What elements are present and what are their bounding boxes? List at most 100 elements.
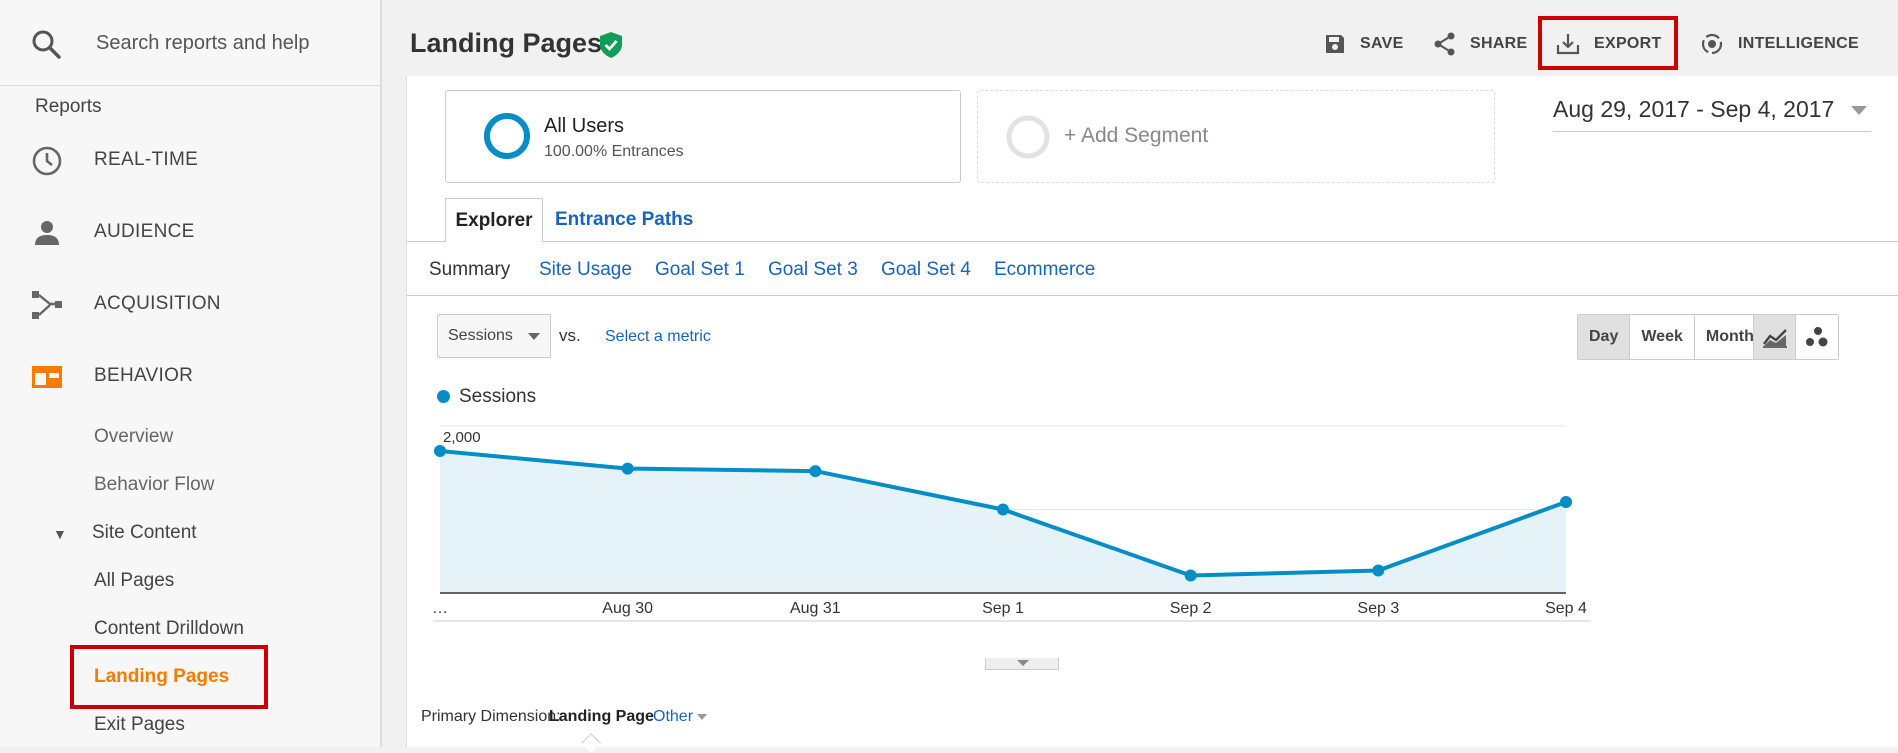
sidebar: Reports REAL-TIME AUDIENCE ACQUISITION bbox=[0, 0, 382, 747]
nav-item-label: BEHAVIOR bbox=[94, 365, 194, 386]
period-week-button[interactable]: Week bbox=[1630, 315, 1695, 359]
chart-type-toggle bbox=[1753, 314, 1839, 360]
download-icon bbox=[1556, 34, 1580, 55]
data-point[interactable] bbox=[1184, 569, 1197, 582]
x-tick-label: Sep 4 bbox=[1545, 600, 1587, 617]
data-point[interactable] bbox=[1560, 495, 1572, 508]
person-icon bbox=[35, 221, 59, 245]
chevron-down-icon bbox=[697, 713, 708, 720]
period-day-button[interactable]: Day bbox=[1578, 315, 1631, 359]
share-label: SHARE bbox=[1470, 35, 1528, 52]
fork-icon bbox=[32, 291, 62, 319]
page-title: Landing Pages bbox=[410, 28, 603, 58]
vs-label: vs. bbox=[559, 326, 581, 345]
chart-collapse-handle[interactable] bbox=[985, 658, 1059, 670]
x-tick-label: Sep 2 bbox=[1170, 600, 1212, 617]
other-label: Other bbox=[653, 708, 694, 725]
add-segment-label: + Add Segment bbox=[1064, 124, 1209, 147]
data-point[interactable] bbox=[997, 503, 1009, 516]
share-button[interactable]: SHARE bbox=[1434, 26, 1528, 62]
line-chart-button[interactable] bbox=[1754, 315, 1797, 359]
legend-dot bbox=[437, 390, 450, 403]
nav-sub-exit-pages[interactable]: Exit Pages bbox=[94, 714, 185, 736]
x-tick-label: … bbox=[432, 600, 448, 617]
data-point[interactable] bbox=[809, 465, 822, 478]
intelligence-label: INTELLIGENCE bbox=[1738, 35, 1859, 52]
nav-item-behavior[interactable]: BEHAVIOR bbox=[0, 348, 380, 404]
nav-item-label: AUDIENCE bbox=[94, 221, 195, 242]
nav-sub-content-drilldown[interactable]: Content Drilldown bbox=[94, 618, 244, 640]
line-chart-icon bbox=[1762, 329, 1787, 348]
select-metric-link[interactable]: Select a metric bbox=[605, 328, 711, 346]
intelligence-icon bbox=[1701, 33, 1723, 55]
divider bbox=[407, 295, 1898, 296]
nav-item-label: ACQUISITION bbox=[94, 293, 221, 314]
date-range-label: Aug 29, 2017 - Sep 4, 2017 bbox=[1553, 96, 1835, 122]
save-button[interactable]: SAVE bbox=[1324, 26, 1404, 62]
y-tick-label: 2,000 bbox=[443, 429, 481, 446]
search-icon[interactable] bbox=[30, 28, 62, 60]
primary-dimension-other[interactable]: Other bbox=[653, 708, 708, 726]
motion-chart-button[interactable] bbox=[1796, 315, 1838, 359]
segment-card-all-users[interactable]: All Users 100.00% Entrances bbox=[445, 90, 961, 183]
x-tick-label: Sep 3 bbox=[1357, 600, 1399, 617]
sessions-chart: 2,0001,000…Aug 30Aug 31Sep 1Sep 2Sep 3Se… bbox=[432, 425, 1591, 622]
clock-icon bbox=[32, 146, 62, 176]
reports-heading: Reports bbox=[35, 96, 102, 117]
segment-name: All Users bbox=[544, 115, 625, 137]
divider bbox=[407, 241, 1898, 242]
metric-select[interactable]: Sessions bbox=[437, 314, 551, 358]
nav-item-acquisition[interactable]: ACQUISITION bbox=[0, 276, 380, 332]
nav-item-audience[interactable]: AUDIENCE bbox=[0, 204, 380, 260]
nav-item-real-time[interactable]: REAL-TIME bbox=[0, 132, 380, 188]
intelligence-button[interactable]: INTELLIGENCE bbox=[1700, 26, 1859, 62]
caret-down-icon[interactable]: ▼ bbox=[53, 526, 67, 542]
chevron-down-icon bbox=[1851, 106, 1867, 115]
nav-sub-all-pages[interactable]: All Pages bbox=[94, 570, 174, 592]
x-tick-label: Aug 31 bbox=[790, 600, 841, 617]
bubbles-icon bbox=[1806, 327, 1828, 347]
add-segment-button[interactable]: + Add Segment bbox=[977, 90, 1495, 183]
nav-sub-overview[interactable]: Overview bbox=[94, 426, 173, 448]
search-input[interactable] bbox=[96, 26, 366, 60]
tab-explorer[interactable]: Explorer bbox=[445, 198, 543, 242]
main-content: Landing Pages SAVE SHARE EXPORT INTELLIG… bbox=[384, 0, 1898, 753]
series-area-sessions bbox=[440, 451, 1566, 593]
selected-notch bbox=[581, 733, 601, 753]
subtab-summary[interactable]: Summary bbox=[429, 259, 510, 281]
tab-entrance-paths[interactable]: Entrance Paths bbox=[555, 209, 693, 231]
verified-shield-icon bbox=[600, 32, 622, 58]
nav-item-label: REAL-TIME bbox=[94, 149, 199, 170]
report-panel: All Users 100.00% Entrances + Add Segmen… bbox=[406, 76, 1898, 753]
legend-label-sessions: Sessions bbox=[459, 386, 537, 407]
nav-sub-site-content[interactable]: Site Content bbox=[92, 522, 197, 544]
chevron-down-icon bbox=[1017, 660, 1029, 666]
behavior-icon bbox=[32, 366, 62, 388]
subtab-site-usage[interactable]: Site Usage bbox=[539, 259, 632, 281]
save-icon bbox=[1326, 35, 1344, 53]
x-tick-label: Aug 30 bbox=[602, 600, 653, 617]
search-bar bbox=[0, 0, 382, 86]
data-point[interactable] bbox=[434, 445, 446, 458]
nav-sub-behavior-flow[interactable]: Behavior Flow bbox=[94, 474, 214, 496]
save-label: SAVE bbox=[1360, 35, 1404, 52]
segment-ring-icon bbox=[484, 113, 530, 159]
period-toggle: Day Week Month bbox=[1577, 314, 1766, 360]
export-button[interactable]: EXPORT bbox=[1556, 26, 1662, 62]
primary-dimension-label: Primary Dimension: bbox=[421, 708, 561, 725]
date-range-picker[interactable]: Aug 29, 2017 - Sep 4, 2017 bbox=[1553, 96, 1871, 132]
data-point[interactable] bbox=[621, 462, 634, 475]
nav-sub-landing-pages[interactable]: Landing Pages bbox=[94, 666, 229, 688]
metric-select-value: Sessions bbox=[448, 327, 513, 344]
subtab-ecommerce[interactable]: Ecommerce bbox=[994, 259, 1095, 281]
empty-segment-ring-icon bbox=[1006, 115, 1050, 159]
data-point[interactable] bbox=[1372, 564, 1385, 577]
subtab-goal-set-1[interactable]: Goal Set 1 bbox=[655, 259, 745, 281]
subtab-goal-set-3[interactable]: Goal Set 3 bbox=[768, 259, 858, 281]
x-tick-label: Sep 1 bbox=[982, 600, 1024, 617]
chevron-down-icon bbox=[528, 333, 540, 340]
export-label: EXPORT bbox=[1594, 35, 1662, 52]
primary-dimension-landing-page[interactable]: Landing Page bbox=[549, 708, 654, 726]
share-icon bbox=[1434, 32, 1455, 56]
subtab-goal-set-4[interactable]: Goal Set 4 bbox=[881, 259, 971, 281]
